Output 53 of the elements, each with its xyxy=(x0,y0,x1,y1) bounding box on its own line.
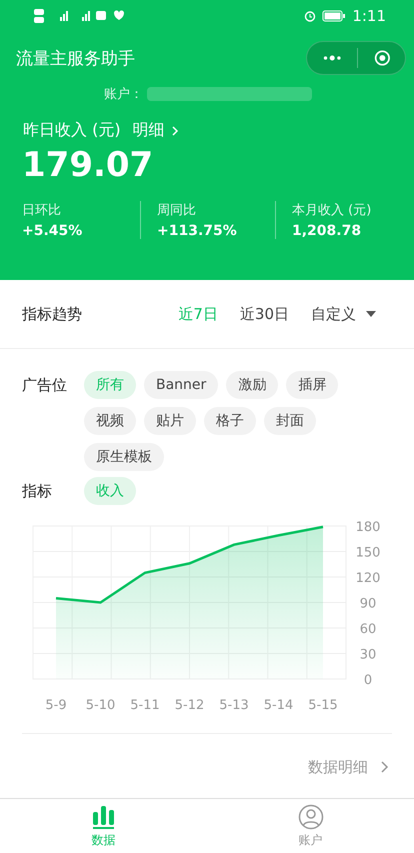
y-tick-label: 90 xyxy=(360,596,376,612)
x-tick-label: 5-15 xyxy=(308,698,338,713)
battery-icon xyxy=(322,10,346,22)
stat-label: 本月收入 (元) xyxy=(292,202,372,219)
income-value: 179.07 xyxy=(21,144,154,185)
y-tick-label: 150 xyxy=(356,546,380,560)
stat-label: 周同比 xyxy=(157,202,197,219)
filter-chip[interactable]: 封面 xyxy=(264,407,316,435)
chevron-icon xyxy=(170,124,179,136)
x-tick-label: 5-13 xyxy=(219,698,249,713)
signal-icon xyxy=(82,11,90,21)
custom-dropdown[interactable]: 自定义 xyxy=(311,304,376,324)
x-tick-label: 5-9 xyxy=(45,698,67,713)
y-tick-label: 180 xyxy=(356,520,380,535)
chevron-icon xyxy=(380,760,390,774)
y-tick-label: 0 xyxy=(364,673,372,688)
stat-value: +113.75% xyxy=(157,223,238,239)
stat-label: 日环比 xyxy=(22,202,62,219)
app-title: 流量主服务助手 xyxy=(16,48,135,70)
x-tick-label: 5-10 xyxy=(86,698,116,713)
account-label: 账户： xyxy=(104,86,143,103)
stat-value: 1,208.78 xyxy=(292,223,362,239)
range-tab[interactable]: 近30日 xyxy=(240,304,289,324)
y-tick-label: 30 xyxy=(360,648,376,662)
filter-chip[interactable]: 视频 xyxy=(84,407,136,435)
y-tick-label: 60 xyxy=(360,622,376,637)
x-tick-label: 5-11 xyxy=(130,698,160,713)
filter-chip[interactable]: 原生模板 xyxy=(84,443,164,471)
heart-icon xyxy=(114,10,124,20)
filter-label: 广告位 xyxy=(22,375,68,396)
stat-value: +5.45% xyxy=(22,223,84,239)
status-time: 1:11 xyxy=(352,7,386,25)
user-icon xyxy=(298,804,324,830)
capsule-menu[interactable] xyxy=(306,41,406,75)
filter-chip[interactable]: 格子 xyxy=(204,407,256,435)
y-tick-label: 120 xyxy=(356,571,380,586)
message-icon xyxy=(96,11,106,20)
x-tick-label: 5-12 xyxy=(174,698,204,713)
hd-icon xyxy=(34,9,44,23)
filter-chip[interactable]: 插屏 xyxy=(286,371,338,399)
close-icon[interactable] xyxy=(374,48,392,68)
filter-chip[interactable]: 贴片 xyxy=(144,407,196,435)
income-label: 昨日收入 (元) xyxy=(23,120,121,141)
filter-chip[interactable]: 激励 xyxy=(226,371,278,399)
alarm-icon xyxy=(304,10,316,22)
x-tick-label: 5-14 xyxy=(264,698,294,713)
bar-chart-icon xyxy=(90,804,116,830)
filter-label: 指标 xyxy=(22,481,53,502)
more-icon[interactable] xyxy=(323,54,342,62)
caret-icon xyxy=(366,311,376,317)
signal-icon xyxy=(60,11,68,21)
section-title: 指标趋势 xyxy=(22,304,82,324)
filter-chip[interactable]: Banner xyxy=(144,371,218,399)
